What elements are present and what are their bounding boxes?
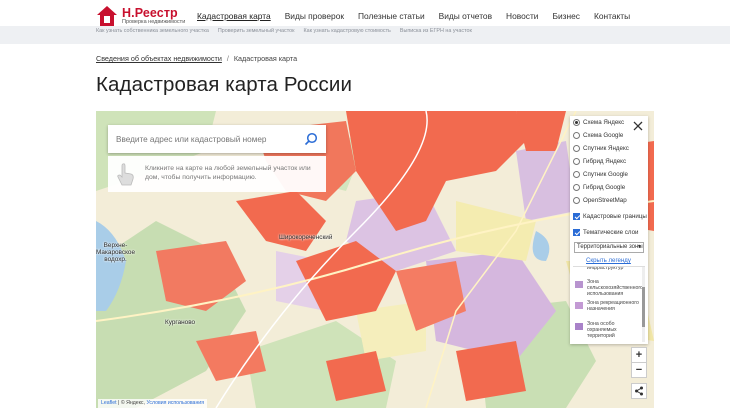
subnav-link[interactable]: Проверить земельный участок xyxy=(218,28,295,34)
cadastral-search-input[interactable] xyxy=(116,134,306,144)
overlay-option-label: Кадастровые границы xyxy=(583,213,647,220)
layer-option[interactable]: Гибрид Яндекс xyxy=(573,158,626,165)
legend-label: инфраструктур xyxy=(587,266,624,271)
pointer-hand-icon xyxy=(117,163,134,186)
radio-button[interactable] xyxy=(573,184,580,191)
subnav-link[interactable]: Выписка из ЕГРН на участок xyxy=(400,28,472,34)
zoom-out-button[interactable]: − xyxy=(631,362,647,378)
legend-swatch xyxy=(575,267,583,274)
layer-option[interactable]: Спутник Яндекс xyxy=(573,145,629,152)
subnav-link[interactable]: Как узнать собственника земельного участ… xyxy=(96,28,209,34)
radio-button[interactable] xyxy=(573,119,580,126)
nav-item-report-types[interactable]: Виды отчетов xyxy=(439,11,492,21)
share-icon xyxy=(635,386,643,396)
map-label-kurganovo: Курганово xyxy=(165,319,196,326)
radio-button[interactable] xyxy=(573,171,580,178)
page-title: Кадастровая карта России xyxy=(96,73,353,96)
legend-scrollbar[interactable] xyxy=(642,267,645,342)
layer-option-label: Спутник Яндекс xyxy=(583,145,629,152)
layer-option-label: Схема Google xyxy=(583,132,624,139)
cadastral-map[interactable]: Верхне- Макаровское водохр. Широкореченс… xyxy=(96,111,654,408)
map-hint-text: Кликните на карте на любой земельный уча… xyxy=(145,165,311,181)
breadcrumb-separator: / xyxy=(226,54,229,63)
layer-option[interactable]: OpenStreetMap xyxy=(573,197,627,204)
overlay-option-label: Тематические слои xyxy=(583,229,639,236)
legend-label: Зона особо охраняемых территорий xyxy=(587,321,617,339)
nav-item-contacts[interactable]: Контакты xyxy=(594,11,630,21)
map-attribution: Leaflet | © Яндекс, Условия использовани… xyxy=(98,399,208,408)
breadcrumb: Сведения об объектах недвижимости / Када… xyxy=(96,54,297,63)
house-logo-icon xyxy=(97,6,117,26)
hide-legend-link[interactable]: Скрыть легенду xyxy=(586,257,631,264)
sub-navigation: Как узнать собственника земельного участ… xyxy=(0,26,730,44)
radio-button[interactable] xyxy=(573,197,580,204)
checkbox[interactable] xyxy=(573,213,580,220)
chevron-down-icon: ▾ xyxy=(637,244,641,250)
layer-option-label: OpenStreetMap xyxy=(583,197,627,204)
zoom-in-button[interactable]: + xyxy=(631,347,647,363)
brand-tagline: Проверка недвижимости xyxy=(122,19,186,25)
legend-item: Зона рекреационного назначения xyxy=(575,300,641,313)
breadcrumb-current: Кадастровая карта xyxy=(233,54,298,63)
thematic-layer-select[interactable]: Территориальные зоны ▾ xyxy=(574,242,644,253)
yandex-copyright: | © Яндекс, xyxy=(118,400,145,406)
legend-swatch xyxy=(575,323,583,330)
nav-item-news[interactable]: Новости xyxy=(506,11,538,21)
legend-item: Зона сельскохозяйственного использования xyxy=(575,279,644,298)
legend-label: Зона сельскохозяйственного использования xyxy=(587,279,644,297)
share-button[interactable] xyxy=(631,383,647,399)
layer-option[interactable]: Спутник Google xyxy=(573,171,628,178)
search-icon[interactable] xyxy=(304,132,318,146)
brand-name: Н.Реестр xyxy=(122,5,178,20)
layer-option-label: Схема Яндекс xyxy=(583,119,625,126)
leaflet-link[interactable]: Leaflet xyxy=(101,400,117,406)
overlay-option[interactable]: Кадастровые границы xyxy=(573,213,647,220)
layer-option[interactable]: Схема Google xyxy=(573,132,623,139)
breadcrumb-parent-link[interactable]: Сведения об объектах недвижимости xyxy=(96,54,222,63)
layer-panel: Схема Яндекс Схема Google Спутник Яндекс… xyxy=(570,116,648,344)
layer-option[interactable]: Схема Яндекс xyxy=(573,119,624,126)
legend-list: инфраструктур Зона сельскохозяйственного… xyxy=(573,266,645,342)
nav-item-articles[interactable]: Полезные статьи xyxy=(358,11,425,21)
legend-swatch xyxy=(575,302,583,309)
legend-item: инфраструктур xyxy=(575,266,641,274)
radio-button[interactable] xyxy=(573,132,580,139)
radio-button[interactable] xyxy=(573,145,580,152)
legend-label: Зона рекреационного назначения xyxy=(587,300,639,312)
nav-item-business[interactable]: Бизнес xyxy=(552,11,580,21)
nav-item-cadastral-map[interactable]: Кадастровая карта xyxy=(197,11,271,21)
map-search xyxy=(108,125,326,153)
checkbox[interactable] xyxy=(573,229,580,236)
close-icon[interactable] xyxy=(633,121,643,131)
map-label-shirokorechensky: Широкореченский xyxy=(279,234,333,241)
scrollbar-thumb[interactable] xyxy=(642,287,645,327)
radio-button[interactable] xyxy=(573,158,580,165)
thematic-select-value: Территориальные зоны xyxy=(577,244,643,250)
layer-option-label: Гибрид Яндекс xyxy=(583,158,627,165)
legend-item: Зона особо охраняемых территорий xyxy=(575,321,641,340)
overlay-option[interactable]: Тематические слои xyxy=(573,229,638,236)
main-nav: Кадастровая карта Виды проверок Полезные… xyxy=(197,11,630,21)
terms-link[interactable]: Условия использования xyxy=(146,400,204,406)
legend-swatch xyxy=(575,281,583,288)
layer-option[interactable]: Гибрид Google xyxy=(573,184,625,191)
layer-option-label: Спутник Google xyxy=(583,171,628,178)
subnav-link[interactable]: Как узнать кадастровую стоимость xyxy=(304,28,391,34)
map-label-reservoir: Верхне- Макаровское водохр. xyxy=(96,242,136,264)
nav-item-check-types[interactable]: Виды проверок xyxy=(285,11,344,21)
layer-option-label: Гибрид Google xyxy=(583,184,626,191)
map-hint: Кликните на карте на любой земельный уча… xyxy=(108,156,326,192)
